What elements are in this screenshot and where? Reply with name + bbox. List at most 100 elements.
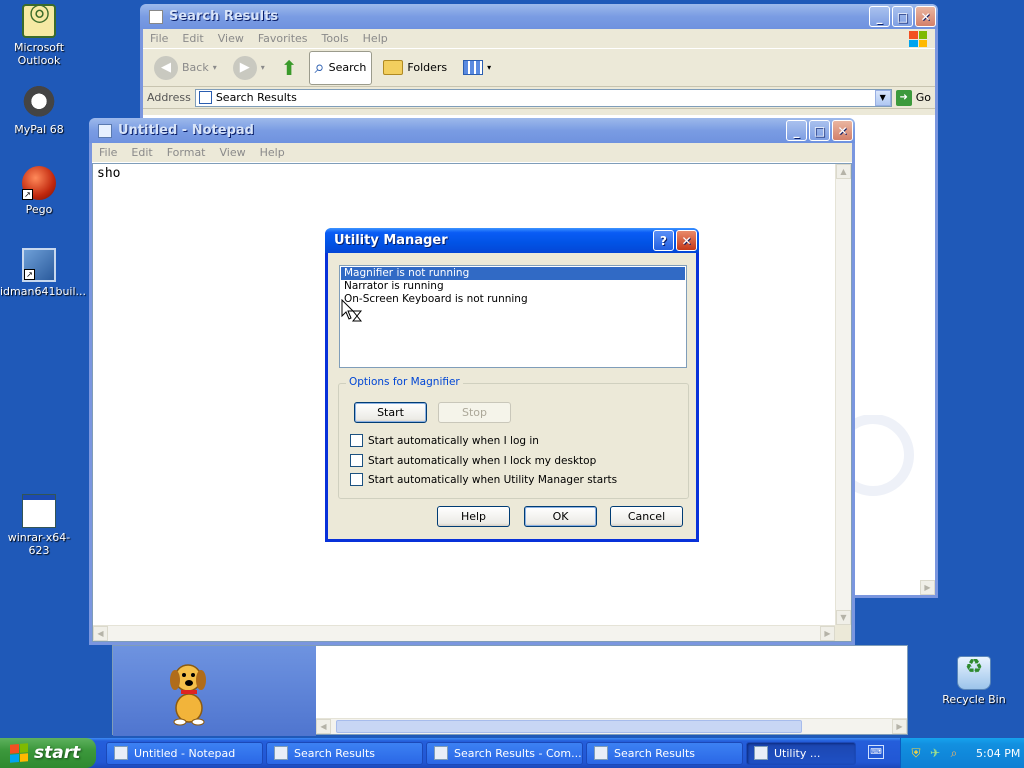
menu-view[interactable]: View [211,32,251,45]
address-bar: Address Search Results ▼ ➜ Go [143,87,935,109]
menu-view[interactable]: View [213,146,253,159]
address-input[interactable]: Search Results ▼ [194,88,892,107]
scroll-thumb[interactable] [336,720,802,733]
address-dropdown-icon[interactable]: ▼ [874,89,891,106]
search-results-icon [198,91,212,104]
desktop-icon-mypal[interactable]: MyPal 68 [0,86,78,136]
installer-icon: ↗ [22,248,56,282]
forward-button[interactable]: ▶ ▾ [228,53,270,83]
scroll-up-icon[interactable]: ▲ [836,164,851,179]
menu-bar: File Edit View Favorites Tools Help [143,29,935,49]
back-button[interactable]: ◀ Back ▾ [149,53,222,83]
menu-favorites[interactable]: Favorites [251,32,315,45]
outlook-icon [22,4,56,38]
network-icon[interactable]: ✈ [928,746,942,760]
start-button[interactable]: Start [354,402,427,423]
keyboard-icon[interactable]: ⌨ [868,745,884,759]
option-label: Start automatically when Utility Manager… [368,473,618,486]
task-notepad[interactable]: Untitled - Notepad [106,741,263,765]
scroll-left-icon[interactable]: ◀ [93,626,108,641]
option-utility-start[interactable]: Start automatically when Utility Manager… [350,473,617,486]
menu-format[interactable]: Format [160,146,213,159]
list-item[interactable]: Magnifier is not running [341,267,685,280]
address-label: Address [147,91,191,104]
menu-file[interactable]: File [92,146,124,159]
scroll-left-icon[interactable]: ◀ [316,719,331,734]
list-item[interactable]: Narrator is running [341,280,685,293]
assistant-hscrollbar[interactable]: ◀ ▶ [316,718,907,734]
editor-text: sho [97,166,121,181]
task-label: Search Results [614,746,696,760]
folders-button[interactable]: Folders [378,57,452,78]
scroll-right-icon[interactable]: ▶ [920,580,935,595]
checkbox[interactable] [350,473,363,486]
go-button[interactable]: Go [916,91,931,104]
menu-tools[interactable]: Tools [315,32,356,45]
checkbox[interactable] [350,454,363,467]
back-arrow-icon: ◀ [154,55,178,80]
go-arrow-icon[interactable]: ➜ [895,89,912,106]
maximize-button[interactable]: □ [892,6,913,27]
title-bar[interactable]: Utility Manager ? ✕ [325,228,699,253]
notepad-icon [98,123,112,138]
desktop-icon-winrar[interactable]: winrar-x64-623 [0,494,78,557]
minimize-button[interactable]: _ [869,6,890,27]
help-button[interactable]: Help [437,506,510,527]
ok-button[interactable]: OK [524,506,597,527]
desktop-icon-recycle-bin[interactable]: Recycle Bin [935,656,1013,706]
title-bar[interactable]: Untitled - Notepad _ □ ✕ [89,118,855,143]
minimize-button[interactable]: _ [786,120,807,141]
close-button[interactable]: ✕ [915,6,936,27]
menu-edit[interactable]: Edit [124,146,159,159]
desktop-icon-pego[interactable]: ↗ Pego [0,166,78,216]
vertical-scrollbar[interactable]: ▲ ▼ [835,164,851,625]
raccoon-icon [22,86,56,120]
resize-grip[interactable] [835,625,851,641]
task-list: Untitled - Notepad Search Results Search… [106,741,856,765]
desktop-icon-label: idman641buil... [0,285,87,298]
desktop-icon-idman[interactable]: ↗ idman641buil... [0,248,87,298]
title-bar[interactable]: Search Results _ □ ✕ [140,4,938,29]
recycle-bin-icon [957,656,991,690]
close-button[interactable]: ✕ [676,230,697,251]
views-button[interactable]: ▾ [458,57,496,78]
task-utility-manager[interactable]: Utility ... [746,741,856,765]
scroll-right-icon[interactable]: ▶ [892,719,907,734]
close-button[interactable]: ✕ [832,120,853,141]
desktop-icon-label: winrar-x64-623 [7,531,71,557]
cancel-button[interactable]: Cancel [610,506,683,527]
search-button[interactable]: ⌕ Search [308,50,373,85]
menu-help[interactable]: Help [253,146,292,159]
menu-edit[interactable]: Edit [175,32,210,45]
shield-icon[interactable]: ⛨ [909,746,923,760]
task-search-results-2[interactable]: Search Results [586,741,743,765]
list-item[interactable]: On-Screen Keyboard is not running [341,293,685,306]
clock[interactable]: 5:04 PM [976,747,1020,760]
menu-file[interactable]: File [143,32,175,45]
task-search-results[interactable]: Search Results [266,741,423,765]
option-lock[interactable]: Start automatically when I lock my deskt… [350,454,596,467]
chevron-down-icon: ▾ [260,63,265,72]
desktop-icon-outlook[interactable]: Microsoft Outlook [0,4,78,67]
option-login[interactable]: Start automatically when I log in [350,434,539,447]
stop-button[interactable]: Stop [438,402,511,423]
up-folder-button[interactable]: ⬆ [276,53,303,83]
window-title: Untitled - Notepad [118,123,254,138]
horizontal-scrollbar[interactable]: ◀ ▶ [93,625,835,641]
task-label: Untitled - Notepad [134,746,236,760]
scroll-right-icon[interactable]: ▶ [820,626,835,641]
utility-manager-icon [754,746,768,760]
dialog-body: Magnifier is not running Narrator is run… [328,253,696,539]
menu-help[interactable]: Help [356,32,395,45]
checkbox[interactable] [350,434,363,447]
utility-list[interactable]: Magnifier is not running Narrator is run… [339,265,687,368]
task-search-results-computers[interactable]: Search Results - Com... [426,741,583,765]
start-button[interactable]: start [0,738,96,768]
magnifier-icon[interactable]: ⌕ [947,746,961,760]
dialog-title: Utility Manager [334,233,448,248]
help-question-icon[interactable]: ? [653,230,674,251]
maximize-button[interactable]: □ [809,120,830,141]
address-value: Search Results [215,91,297,104]
utility-manager-dialog: Utility Manager ? ✕ Magnifier is not run… [325,228,699,542]
scroll-down-icon[interactable]: ▼ [836,610,851,625]
